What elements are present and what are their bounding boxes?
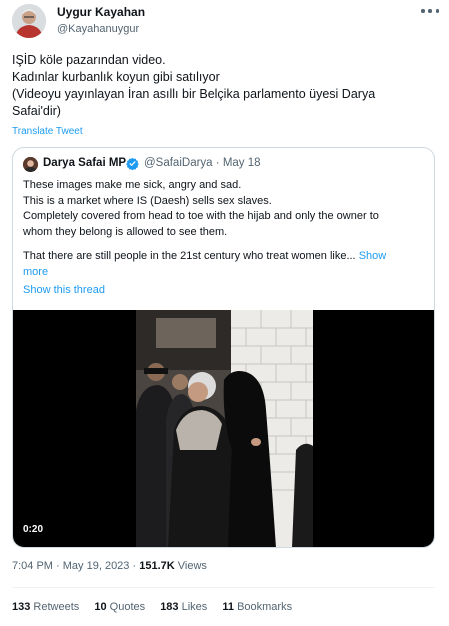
meta-separator: ·: [56, 560, 60, 572]
quote-author-handle[interactable]: @SafaiDarya: [144, 157, 213, 169]
views-label: Views: [177, 560, 207, 572]
likes-stat[interactable]: 183 Likes: [160, 601, 207, 613]
video-player[interactable]: 0:20: [13, 310, 434, 547]
verified-badge-icon: [126, 157, 139, 170]
tweet-line: Kadınlar kurbanlık koyun gibi satılıyor: [12, 70, 220, 84]
quote-date[interactable]: May 18: [223, 157, 261, 169]
show-this-thread-link[interactable]: Show this thread: [23, 284, 105, 296]
tweet-stats: 133 Retweets 10 Quotes 183 Likes 11 Book…: [12, 601, 304, 613]
quote-author-name[interactable]: Darya Safai MP: [43, 157, 126, 169]
quote-line: That there are still people in the 21st …: [23, 249, 423, 265]
quotes-count: 10: [94, 601, 107, 613]
show-more-link[interactable]: Show: [359, 250, 387, 262]
quote-line: This is a market where IS (Daesh) sells …: [23, 194, 272, 207]
quotes-label: Quotes: [109, 601, 146, 613]
quote-meta: @SafaiDarya · May 18: [144, 157, 261, 169]
likes-label: Likes: [181, 601, 208, 613]
tweet: Uygur Kayahan @Kayahanuygur IŞİD köle pa…: [0, 0, 449, 626]
tweet-date[interactable]: May 19, 2023: [63, 560, 130, 572]
retweets-count: 133: [12, 601, 31, 613]
quotes-stat[interactable]: 10 Quotes: [94, 601, 145, 613]
tweet-meta: 7:04 PM · May 19, 2023 · 151.7K Views: [12, 560, 207, 572]
author-avatar[interactable]: [12, 4, 46, 38]
author-name[interactable]: Uygur Kayahan: [57, 5, 145, 19]
show-more-link[interactable]: more: [23, 266, 48, 278]
likes-count: 183: [160, 601, 179, 613]
tweet-text: IŞİD köle pazarından video. Kadınlar kur…: [12, 52, 432, 120]
meta-separator: ·: [215, 157, 220, 169]
video-frame: [136, 310, 313, 547]
quote-author-avatar[interactable]: [23, 157, 38, 172]
author-handle[interactable]: @Kayahanuygur: [57, 23, 139, 35]
more-icon[interactable]: [421, 4, 439, 18]
quote-line: whom they belong is allowed to see them.: [23, 225, 228, 238]
meta-separator: ·: [132, 560, 137, 572]
quote-line: Completely covered from head to toe with…: [23, 210, 379, 222]
bookmarks-label: Bookmarks: [237, 601, 293, 613]
divider: [12, 587, 435, 588]
video-timecode: 0:20: [23, 524, 44, 535]
views-count: 151.7K: [139, 560, 175, 572]
quoted-tweet[interactable]: Darya Safai MP @SafaiDarya · May 18 Thes…: [12, 147, 435, 548]
bookmarks-count: 11: [222, 601, 234, 613]
tweet-line: IŞİD köle pazarından video.: [12, 53, 166, 67]
tweet-line: Safai'dir): [12, 104, 61, 118]
bookmarks-stat[interactable]: 11 Bookmarks: [222, 601, 292, 613]
translate-tweet-link[interactable]: Translate Tweet: [12, 126, 83, 137]
retweets-label: Retweets: [33, 601, 80, 613]
quote-line-text: That there are still people in the 21st …: [23, 250, 356, 262]
quote-line: These images make me sick, angry and sad…: [23, 179, 242, 191]
tweet-time[interactable]: 7:04 PM: [12, 560, 53, 572]
tweet-line: (Videoyu yayınlayan İran asıllı bir Belç…: [12, 87, 376, 101]
retweets-stat[interactable]: 133 Retweets: [12, 601, 79, 613]
quote-text: These images make me sick, angry and sad…: [23, 178, 423, 280]
